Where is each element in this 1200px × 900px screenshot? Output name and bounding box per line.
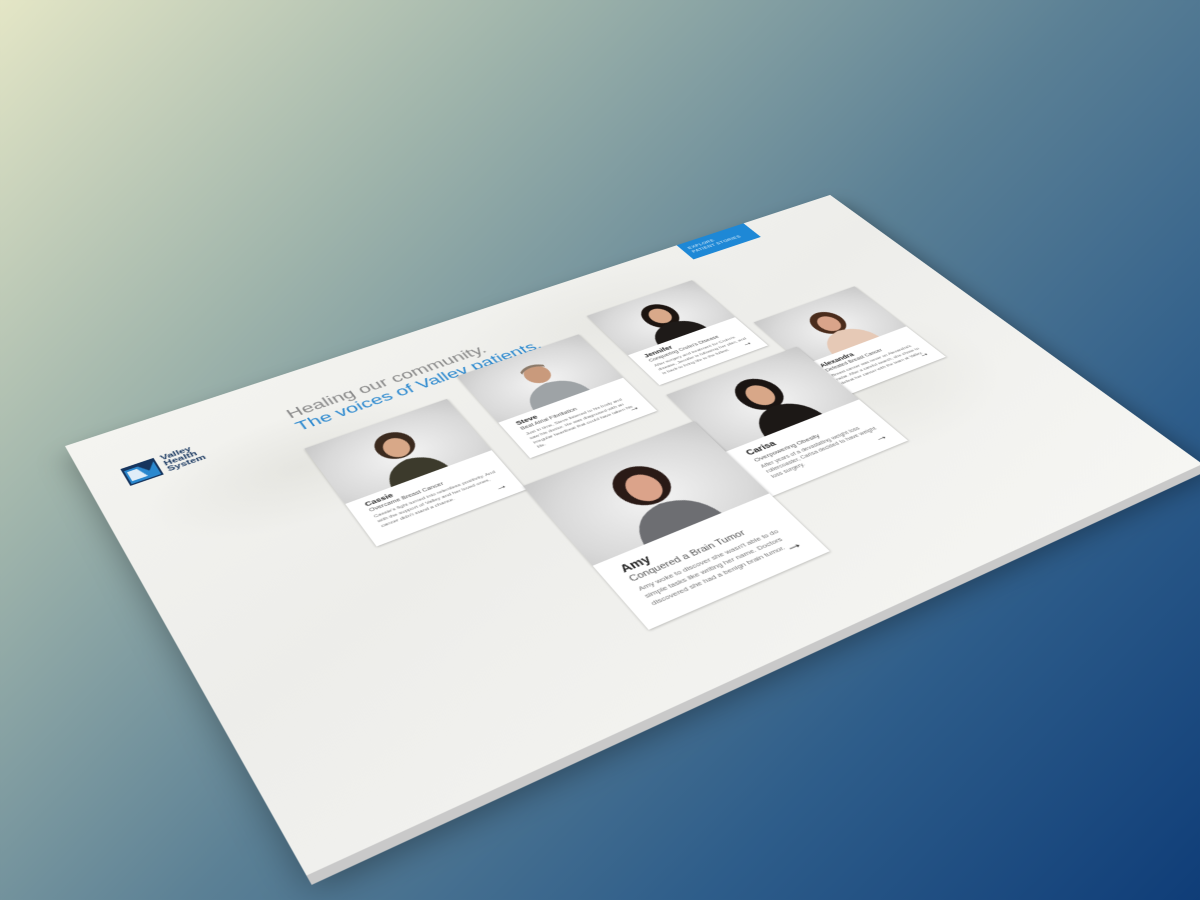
valley-logo-icon	[120, 457, 164, 486]
patient-subtitle: Overcame Breast Cancer	[368, 481, 446, 514]
patient-name: Amy	[616, 552, 654, 575]
logo-line3: System	[165, 453, 208, 473]
arrow-right-icon[interactable]: →	[492, 480, 510, 492]
mockup-scene: EXPLORE PATIENT STORIES Valley Health Sy…	[0, 0, 1200, 900]
arrow-right-icon[interactable]: →	[778, 536, 807, 556]
portrait-cassie	[367, 427, 452, 491]
background-texture	[64, 194, 1200, 876]
arrow-right-icon[interactable]: →	[870, 430, 891, 443]
patient-name: Cassie	[363, 492, 395, 508]
portrait-amy	[601, 459, 726, 549]
patient-description: Cassie's fight turned into relentless po…	[373, 470, 497, 529]
patient-card-body: Cassie Overcame Breast Cancer Cassie's f…	[363, 458, 509, 535]
patient-subtitle: Conquered a Brain Tumor	[626, 528, 748, 584]
patient-stories-page: EXPLORE PATIENT STORIES Valley Health Sy…	[64, 194, 1200, 876]
tilted-webpage-mockup: EXPLORE PATIENT STORIES Valley Health Sy…	[64, 194, 1200, 876]
patient-description: Amy woke to discover she wasn't able to …	[635, 527, 787, 607]
patient-card-body: Amy Conquered a Brain Tumor Amy woke to …	[617, 504, 808, 612]
